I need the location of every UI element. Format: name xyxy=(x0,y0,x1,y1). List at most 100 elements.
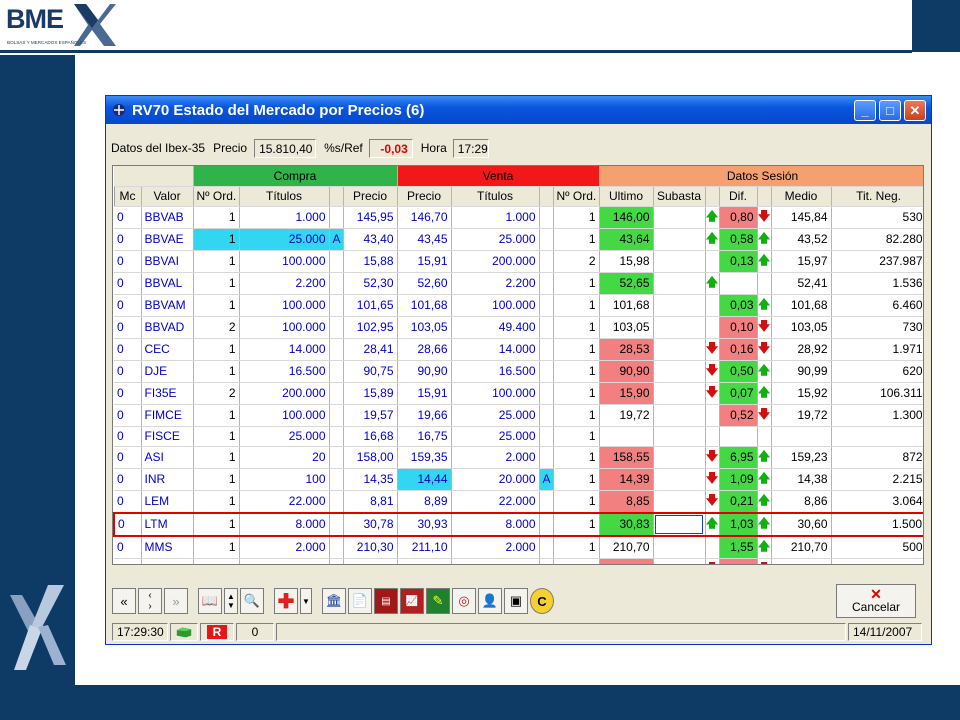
col-titulos-venta[interactable]: Títulos xyxy=(450,185,540,207)
medio-cell: 90,99 xyxy=(771,360,832,383)
slide: BME BOLSAS Y MERCADOS ESPAÑOLES RV70 Est… xyxy=(0,0,960,720)
table-row[interactable]: 0RUSS14.00043,7844,184.000143,98🡇0,01🡇44… xyxy=(114,558,923,564)
nord-venta-cell: 1 xyxy=(553,294,600,317)
trend-arrow-icon: 🡅 xyxy=(705,511,720,537)
flag-venta-cell xyxy=(539,206,554,229)
trend-arrow-icon: 🡇 xyxy=(705,558,720,564)
clock-icon[interactable]: C xyxy=(530,588,554,614)
table-row[interactable]: 0 FIMCE 1 100.000 19,57 19,66 25.000 1 19,72 0,52… xyxy=(114,404,923,427)
precio-venta-cell: 159,35 xyxy=(397,446,452,469)
minimize-button[interactable]: _ xyxy=(854,100,876,121)
nord-compra-cell: 1 xyxy=(193,511,240,537)
add-icon[interactable]: ✚ xyxy=(274,588,298,614)
col-titneg[interactable]: Tit. Neg. xyxy=(830,185,923,207)
market-grid[interactable]: Compra Venta Datos Sesión Mc Valor Nº Or… xyxy=(112,165,924,565)
trend-arrow-icon xyxy=(705,250,720,273)
table-row[interactable]: 0 LTM 1 8.000 30,78 30,93 8.000 1 30,83 🡅 1,03 🡅 30,… xyxy=(113,511,923,537)
ibex-infobar: Datos del Ibex-35 Precio 15.810,40 %s/Re… xyxy=(111,137,489,159)
close-button[interactable]: ✕ xyxy=(904,100,926,121)
cancel-icon: ✕ xyxy=(870,586,882,602)
precio-compra-cell: 8,81 xyxy=(343,490,398,513)
book-red-icon[interactable]: ▤ xyxy=(374,588,398,614)
user-chart-icon[interactable]: 👤 xyxy=(478,588,502,614)
search-icon[interactable]: 🔍 xyxy=(240,588,264,614)
table-row[interactable]: 0 DJE 1 16.500 90,75 90,90 16.500 1 90,90 🡇 0,50 🡅 9… xyxy=(114,360,923,383)
app-icon xyxy=(113,104,125,116)
flag-venta-cell xyxy=(539,382,554,405)
dif-arrow-icon: 🡅 xyxy=(757,294,772,317)
table-row[interactable]: 0 ASI 1 20 158,00 159,35 2.000 1 158,55 🡇 6,95 🡅 159… xyxy=(114,446,923,469)
window-titlebar[interactable]: RV70 Estado del Mercado por Precios (6) … xyxy=(106,96,931,124)
mc-cell: 0 xyxy=(114,446,142,469)
ultimo-cell: 101,68 xyxy=(599,294,654,317)
prev-next-button[interactable]: ‹ › xyxy=(138,588,162,614)
dif-arrow-icon: 🡇 xyxy=(757,404,772,427)
col-mc[interactable]: Mc xyxy=(113,185,142,207)
dif-arrow-icon: 🡅 xyxy=(757,468,772,491)
col-titulos-compra[interactable]: Títulos xyxy=(238,185,330,207)
titulos-compra-cell: 100.000 xyxy=(239,250,330,273)
last-page-button[interactable]: » xyxy=(164,588,188,614)
ref-label: %s/Ref xyxy=(324,141,363,155)
table-row[interactable]: 0 INR 1 100 14,35 14,44 20.000 A 1 14,39 🡇 1,09 🡅 14,… xyxy=(114,468,923,491)
cancel-button[interactable]: ✕ Cancelar xyxy=(836,584,916,618)
col-dif[interactable]: Dif. xyxy=(718,185,758,207)
col-subasta[interactable]: Subasta xyxy=(652,185,706,207)
titneg-cell: 620 xyxy=(831,360,923,383)
dif-arrow-icon: 🡅 xyxy=(757,360,772,383)
document-icon[interactable]: 📄 xyxy=(348,588,372,614)
titulos-venta-cell: 25.000 xyxy=(451,228,540,251)
col-valor[interactable]: Valor xyxy=(140,185,194,207)
flag-venta-cell xyxy=(539,404,554,427)
dropdown-arrow-icon[interactable]: ▼ xyxy=(300,588,312,614)
col-nord-venta[interactable]: Nº Ord. xyxy=(552,185,600,207)
nord-venta-cell: 1 xyxy=(553,468,600,491)
mc-cell: 0 xyxy=(114,535,142,559)
trend-arrow-icon: 🡇 xyxy=(705,446,720,469)
table-row[interactable]: 0 BBVAL 1 2.200 52,30 52,60 2.200 1 52,65 🡅 52,41 1… xyxy=(114,272,923,295)
target-icon[interactable]: ◎ xyxy=(452,588,476,614)
maximize-button[interactable]: □ xyxy=(879,100,901,121)
col-medio[interactable]: Medio xyxy=(770,185,832,207)
book-icon[interactable]: 📖 xyxy=(198,588,222,614)
table-row[interactable]: 0 MMS 1 2.000 210,30 211,10 2.000 1 210,70 1,55 🡅 2… xyxy=(114,535,923,559)
titulos-venta-cell: 2.200 xyxy=(451,272,540,295)
table-row[interactable]: 0 FISCE 1 25.000 16,68 16,75 25.000 1 xyxy=(114,426,923,447)
col-precio-compra[interactable]: Precio xyxy=(342,185,398,207)
col-precio-venta[interactable]: Precio xyxy=(396,185,452,207)
spin-arrows-icon[interactable]: ▲ ▼ xyxy=(224,588,238,614)
precio-venta-cell: 30,93 xyxy=(397,511,452,537)
ultimo-cell: 8,85 xyxy=(599,490,654,513)
subasta-cell xyxy=(653,272,706,295)
table-row[interactable]: 0 BBVAB 1 1.000 145,95 146,70 1.000 1 146,00 🡅 0,8… xyxy=(114,206,923,229)
precio-venta-cell: 211,10 xyxy=(397,535,452,559)
bank-icon[interactable]: 🏛 xyxy=(322,588,346,614)
col-nord-compra[interactable]: Nº Ord. xyxy=(192,185,240,207)
table-row[interactable]: 0 BBVAE 1 25.000 A 43,40 43,45 25.000 1 43,64 🡅 0,5… xyxy=(114,228,923,251)
col-ultimo[interactable]: Ultimo xyxy=(598,185,654,207)
chart-icon[interactable]: 📈 xyxy=(400,588,424,614)
precio-compra-cell: 14,35 xyxy=(343,468,398,491)
group-venta: Venta xyxy=(397,166,600,187)
flag-venta-cell: A xyxy=(539,468,554,491)
table-row[interactable]: 0 FI35E 2 200.000 15,89 15,91 100.000 1 15,90 🡇 0,… xyxy=(114,382,923,405)
r-badge: R xyxy=(206,625,228,639)
titneg-cell: 6.460 xyxy=(831,294,923,317)
first-page-button[interactable]: « xyxy=(112,588,136,614)
panel-icon[interactable]: ▣ xyxy=(504,588,528,614)
trend-arrow-icon: 🡅 xyxy=(705,228,720,251)
mc-cell: 0 xyxy=(114,294,142,317)
nord-venta-cell: 1 xyxy=(553,338,600,361)
table-row[interactable]: 0 BBVAD 2 100.000 102,95 103,05 49.400 1 103,05 0… xyxy=(114,316,923,339)
table-row[interactable]: 0 BBVAM 1 100.000 101,65 101,68 100.000 1 101,68… xyxy=(114,294,923,317)
subasta-cell xyxy=(653,228,706,251)
table-row[interactable]: 0 LEM 1 22.000 8,81 8,89 22.000 1 8,85 🡇 0,21 🡅 8,86… xyxy=(114,490,923,513)
dif-arrow-icon xyxy=(757,426,772,447)
cancel-label: Cancelar xyxy=(851,600,901,614)
table-row[interactable]: 0 BBVAI 1 100.000 15,88 15,91 200.000 2 15,98 0,1… xyxy=(114,250,923,273)
pencil-icon[interactable]: ✎ xyxy=(426,588,450,614)
table-row[interactable]: 0 CEC 1 14.000 28,41 28,66 14.000 1 28,53 🡇 0,16 🡇 2… xyxy=(114,338,923,361)
valor-cell: MMS xyxy=(141,535,194,559)
subasta-cell[interactable] xyxy=(653,511,706,537)
flag-compra-cell: A xyxy=(329,228,344,251)
